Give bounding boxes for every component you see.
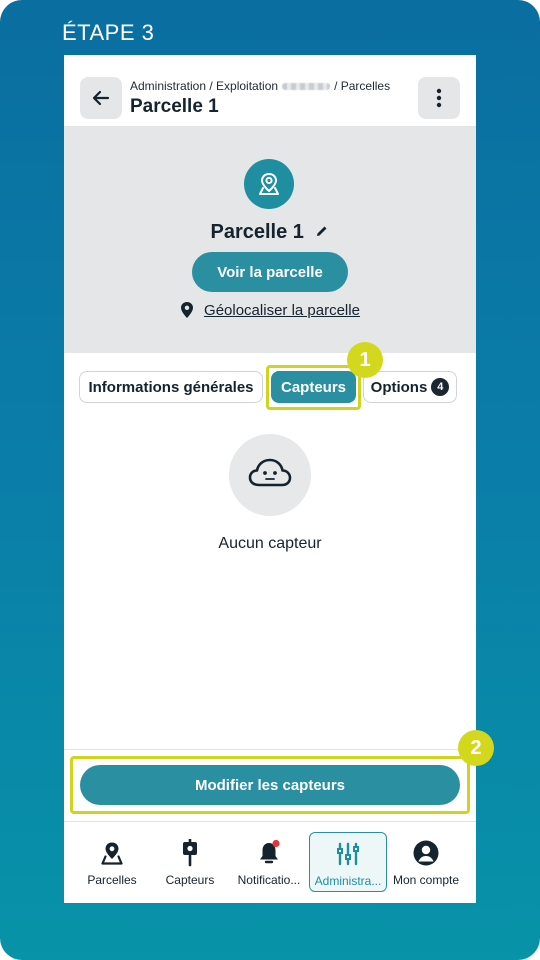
parcel-hero: Parcelle 1 Voir la parcelle Géolocaliser… (64, 127, 476, 353)
blurred-farm-name (282, 82, 331, 90)
nav-item-administration[interactable]: Administra... (309, 832, 387, 892)
nav-item-sensors[interactable]: Capteurs (151, 832, 229, 892)
geolocate-link[interactable]: Géolocaliser la parcelle (64, 301, 476, 319)
page-title: Parcelle 1 (130, 96, 219, 117)
parcel-name: Parcelle 1 (64, 221, 476, 244)
bottom-nav: Parcelles Capteurs Notificatio... Admini… (64, 821, 476, 903)
step-badge-2: 2 (458, 730, 494, 766)
location-pin-icon (181, 302, 194, 318)
step-badge-1: 1 (347, 342, 383, 378)
bell-icon (256, 838, 282, 868)
edit-pencil-icon[interactable] (315, 221, 329, 244)
more-vertical-icon (436, 88, 442, 108)
breadcrumb-current[interactable]: / Parcelles (334, 79, 390, 93)
nav-label: Mon compte (392, 873, 460, 887)
nav-label: Notificatio... (237, 873, 301, 887)
parcel-name-text: Parcelle 1 (210, 221, 304, 243)
nav-label: Capteurs (165, 873, 215, 887)
phone-screen: Administration / Exploitation / Parcelle… (64, 55, 476, 903)
tab-options-label: Options (370, 378, 428, 396)
view-parcel-button[interactable]: Voir la parcelle (192, 252, 348, 292)
geolocate-link-text: Géolocaliser la parcelle (204, 301, 360, 319)
cloud-icon (229, 434, 311, 516)
account-icon (412, 838, 440, 868)
more-menu-button[interactable] (418, 77, 460, 119)
arrow-left-icon (92, 90, 110, 106)
nav-item-notifications[interactable]: Notificatio... (230, 832, 308, 892)
tab-options[interactable]: Options 4 (363, 371, 457, 403)
edit-sensors-button[interactable]: Modifier les capteurs (80, 765, 460, 805)
empty-state-text: Aucun capteur (218, 535, 322, 552)
highlight-sensors-tab (266, 365, 361, 410)
step-label: ÉTAPE 3 (62, 20, 155, 45)
nav-item-parcels[interactable]: Parcelles (73, 832, 151, 892)
nav-label: Parcelles (87, 873, 137, 887)
map-pin-icon (244, 159, 294, 209)
app-header: Administration / Exploitation / Parcelle… (64, 55, 476, 127)
map-pin-icon (99, 838, 125, 868)
nav-label: Administra... (314, 874, 382, 888)
admin-sliders-icon (335, 839, 361, 869)
sensor-icon (179, 838, 201, 868)
options-count-badge: 4 (431, 378, 450, 396)
breadcrumb: Administration / Exploitation / Parcelle… (130, 79, 390, 93)
nav-item-account[interactable]: Mon compte (387, 832, 465, 892)
back-button[interactable] (80, 77, 122, 119)
tab-general-info[interactable]: Informations générales (79, 371, 263, 403)
tutorial-frame: ÉTAPE 3 Administration / Exploitation / … (0, 0, 540, 960)
breadcrumb-path[interactable]: Administration / Exploitation (130, 79, 278, 93)
